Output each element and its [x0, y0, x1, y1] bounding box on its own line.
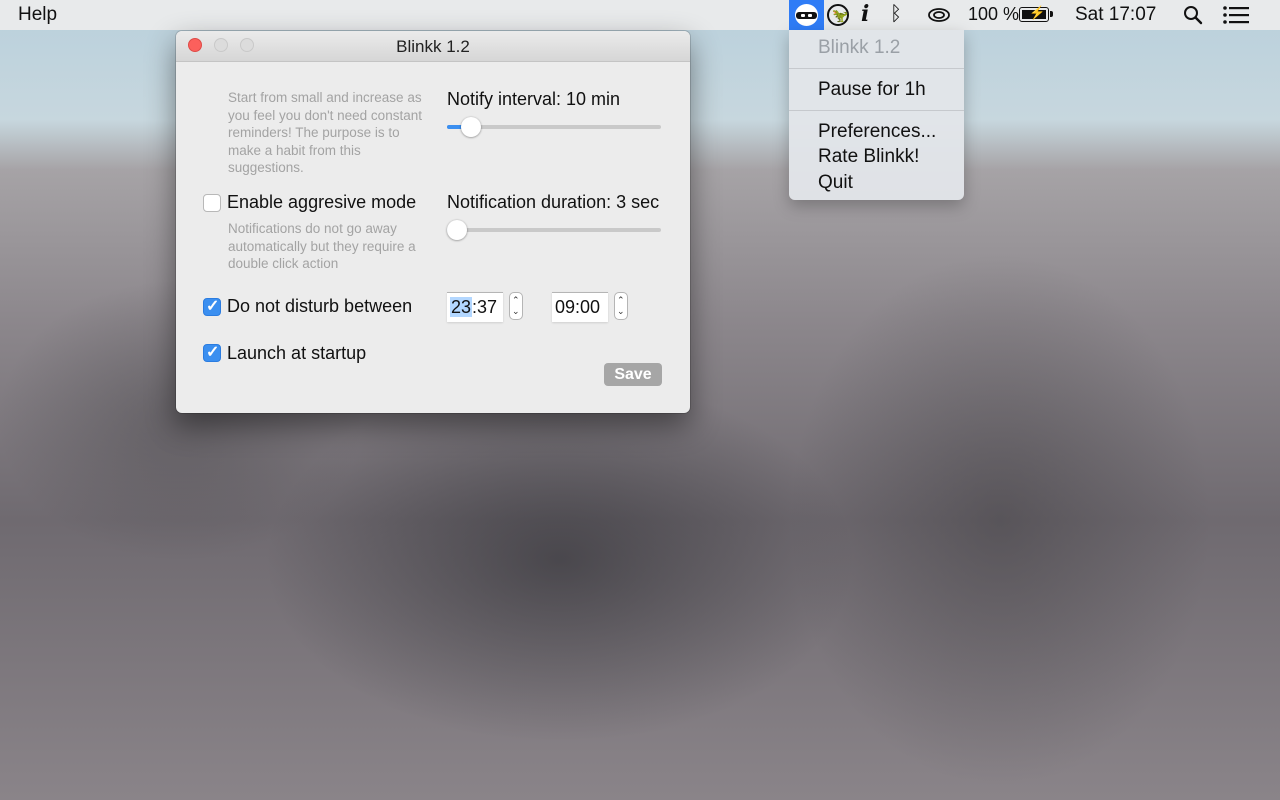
battery-percent[interactable]: 100 % [968, 4, 1019, 25]
aggressive-mode-label[interactable]: Enable aggresive mode [227, 192, 416, 213]
dnd-from-time-field[interactable]: 23:37 [447, 292, 503, 322]
menu-item-pause[interactable]: Pause for 1h [818, 79, 926, 101]
help-menu[interactable]: Help [18, 4, 57, 26]
dino-icon[interactable]: 🦖 [827, 4, 849, 26]
battery-charging-icon[interactable]: ⚡ [1019, 5, 1053, 22]
launch-at-startup-checkbox[interactable]: ✓ [203, 344, 221, 362]
dnd-from-minutes[interactable]: 37 [477, 297, 497, 317]
blinkk-menu-extra[interactable] [789, 0, 824, 30]
search-icon[interactable] [1183, 5, 1203, 25]
launch-at-startup-label[interactable]: Launch at startup [227, 343, 366, 364]
dnd-from-hours[interactable]: 23 [450, 297, 473, 317]
checkmark-icon: ✓ [206, 298, 220, 315]
preferences-window: Blinkk 1.2 Start from small and increase… [176, 31, 690, 413]
window-titlebar[interactable]: Blinkk 1.2 [176, 31, 690, 62]
save-button[interactable]: Save [604, 363, 662, 386]
notification-duration-label: Notification duration: 3 sec [447, 192, 660, 212]
checkmark-icon: ✓ [206, 344, 220, 361]
notify-interval-slider[interactable] [447, 117, 661, 137]
stepper-up-icon[interactable]: ⌃ [617, 296, 625, 305]
do-not-disturb-label[interactable]: Do not disturb between [227, 296, 412, 317]
menu-separator [789, 68, 964, 69]
notification-center-icon[interactable] [1222, 6, 1250, 24]
stepper-down-icon[interactable]: ⌄ [617, 307, 625, 316]
dnd-to-stepper[interactable]: ⌃ ⌄ [614, 292, 628, 320]
menu-separator [789, 110, 964, 111]
stepper-down-icon[interactable]: ⌄ [512, 307, 520, 316]
do-not-disturb-checkbox[interactable]: ✓ [203, 298, 221, 316]
menu-item-quit[interactable]: Quit [818, 172, 853, 194]
aggressive-mode-hint: Notifications do not go away automatical… [228, 221, 416, 271]
dnd-to-time[interactable]: 09:00 [555, 297, 600, 318]
aggressive-mode-checkbox[interactable] [203, 194, 221, 212]
slider-knob[interactable] [447, 220, 467, 240]
menu-item-version: Blinkk 1.2 [818, 37, 901, 58]
bluetooth-icon[interactable]: ᛒ [890, 3, 902, 26]
menu-item-preferences[interactable]: Preferences... [818, 121, 936, 143]
dnd-to-time-field[interactable]: 09:00 [552, 292, 608, 322]
wifi-icon[interactable] [927, 6, 951, 24]
stepper-up-icon[interactable]: ⌃ [512, 296, 520, 305]
window-title: Blinkk 1.2 [396, 37, 470, 56]
intro-hint: Start from small and increase as you fee… [228, 90, 422, 175]
blinkk-dropdown-menu: Blinkk 1.2 Pause for 1h Preferences... R… [789, 30, 964, 200]
notify-interval-label: Notify interval: 10 min [447, 89, 621, 109]
info-icon[interactable]: i [861, 1, 869, 27]
notification-duration-slider[interactable] [447, 220, 661, 240]
menu-item-rate[interactable]: Rate Blinkk! [818, 146, 919, 168]
blinkk-app-icon [795, 4, 818, 26]
slider-knob[interactable] [461, 117, 481, 137]
menu-bar: Help 🦖 i ᛒ 100 % ⚡ Sat 17:07 [0, 0, 1280, 30]
dnd-from-stepper[interactable]: ⌃ ⌄ [509, 292, 523, 320]
menubar-clock[interactable]: Sat 17:07 [1075, 4, 1156, 26]
